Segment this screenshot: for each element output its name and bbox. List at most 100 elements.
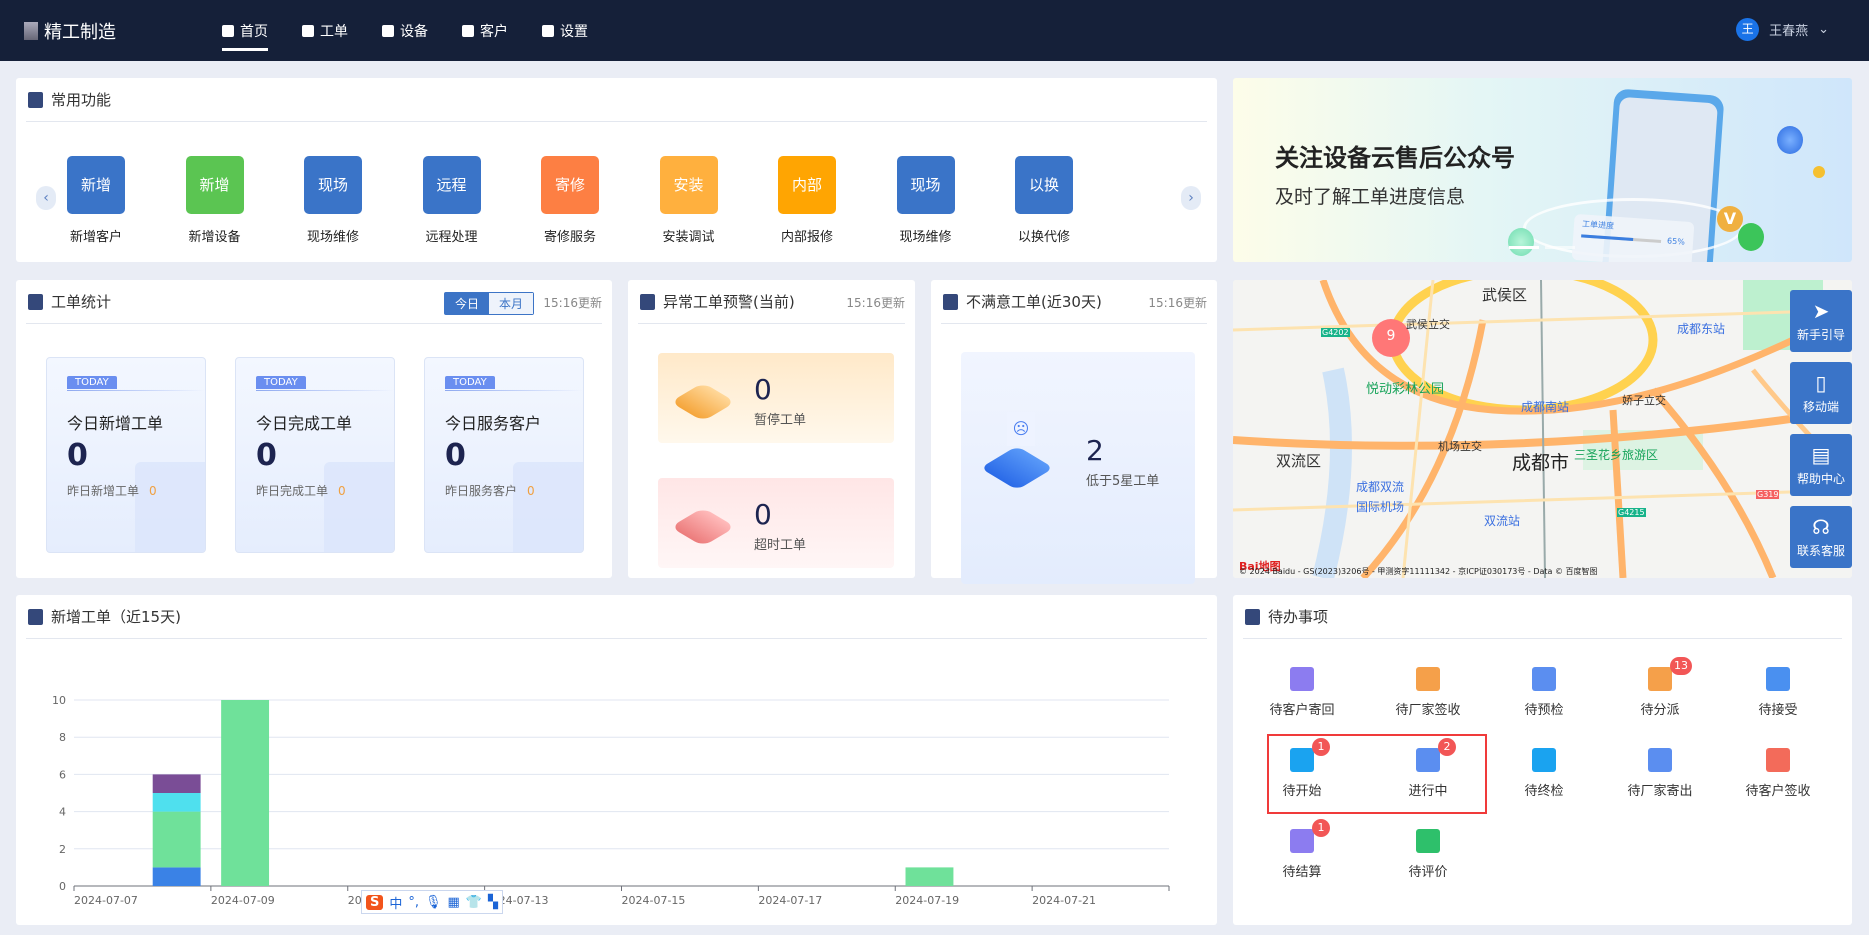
quick-function-item[interactable]: 以换 以换代修 <box>1014 156 1074 245</box>
map-label: 机场立交 <box>1438 440 1482 453</box>
nav-item-2[interactable]: 设备 <box>382 0 428 61</box>
quick-function-tile: 现场 <box>304 156 362 214</box>
today-badge: TODAY <box>445 376 495 389</box>
quick-function-tile: 以换 <box>1015 156 1073 214</box>
microphone-icon[interactable]: 🎙 <box>425 895 442 910</box>
nav-item-0[interactable]: 首页 <box>222 0 268 61</box>
quick-function-label: 远程处理 <box>425 230 478 245</box>
nav-label: 首页 <box>240 23 268 40</box>
quick-functions-panel: 常用功能 ‹ › 新增 新增客户 新增 新增设备 现场 现场维修 远程 远程处理 寄修 寄修服务安… <box>16 78 1217 262</box>
unsatisfied-panel: 不满意工单(近30天) 15:16更新 ☹ 2 低于5星工单 <box>931 280 1217 584</box>
clipboard-icon <box>28 293 43 310</box>
map-canvas[interactable] <box>1233 280 1852 578</box>
paused-count: 0 <box>754 373 772 406</box>
quick-function-tile: 新增 <box>67 156 125 214</box>
low-rating-label: 低于5星工单 <box>1086 474 1160 489</box>
wechat-banner[interactable]: 关注设备云售后公众号 及时了解工单进度信息 工单进度 65% V <box>1233 78 1852 262</box>
updated-time: 15:16更新 <box>543 296 602 310</box>
cluster-count[interactable]: 9 <box>1383 328 1399 344</box>
x-tick-label: 2024-07-15 <box>622 894 686 907</box>
keyboard-icon[interactable]: ▦ <box>448 895 460 910</box>
dispatch-icon <box>1648 667 1672 691</box>
toggle-month[interactable]: 本月 <box>488 293 533 314</box>
panel-title: 不满意工单(近30天) <box>966 293 1102 311</box>
quick-function-tile: 安装 <box>659 156 718 214</box>
quick-function-item[interactable]: 新增 新增设备 <box>185 156 245 245</box>
map-label: 悦动彩林公园 <box>1366 382 1445 397</box>
toolbox-icon[interactable]: ▚ <box>488 895 498 910</box>
toggle-today[interactable]: 今日 <box>444 293 489 314</box>
quick-function-label: 新增客户 <box>69 230 122 245</box>
ime-punctuation-icon[interactable]: °, <box>408 895 419 910</box>
x-tick-label: 2024-07-17 <box>758 894 822 907</box>
paused-orders-card[interactable]: 0 暂停工单 <box>658 353 894 443</box>
map-side-button[interactable]: ▤ 帮助中心 <box>1790 434 1852 496</box>
quick-function-label: 以换代修 <box>1017 230 1070 245</box>
count-badge: 1 <box>1312 819 1330 837</box>
prev-arrow-button[interactable]: ‹ <box>36 186 56 210</box>
nav-item-4[interactable]: 设置 <box>542 0 588 61</box>
map-side-button[interactable]: ▯ 移动端 <box>1790 362 1852 424</box>
nav-item-1[interactable]: 工单 <box>302 0 348 61</box>
final-check-icon <box>1532 748 1556 772</box>
progress-card: 工单进度 65% <box>1571 213 1695 262</box>
carousel-dot-active[interactable] <box>1509 246 1539 249</box>
quick-function-item[interactable]: 远程 远程处理 <box>422 156 482 245</box>
stat-title: 今日服务客户 <box>445 414 542 433</box>
stat-card[interactable]: TODAY 今日完成工单 0 昨日完成工单 0 <box>235 357 395 553</box>
ime-toolbar[interactable]: S 中 °, 🎙 ▦ 👕 ▚ <box>361 890 504 914</box>
device-icon <box>382 24 394 37</box>
stat-sub: 昨日新增工单 0 <box>67 482 157 499</box>
todo-item[interactable]: 待接受 <box>1718 667 1838 718</box>
review-icon <box>1416 829 1440 853</box>
skin-icon[interactable]: 👕 <box>466 895 482 910</box>
quick-function-item[interactable]: 现场 现场维修 <box>303 156 363 245</box>
nav-label: 设备 <box>400 23 428 40</box>
todo-item[interactable]: 待评价 <box>1368 829 1488 880</box>
quick-function-item[interactable]: 内部 内部报修 <box>777 156 837 245</box>
y-tick-label: 10 <box>52 694 66 707</box>
todo-item[interactable]: 待终检 <box>1484 748 1604 799</box>
stat-value: 0 <box>445 438 466 473</box>
quick-function-tile: 寄修 <box>541 156 599 214</box>
app-logo[interactable]: 精工制造 <box>24 18 116 44</box>
app-title: 精工制造 <box>44 22 116 43</box>
abnormal-warning-panel: 异常工单预警(当前) 15:16更新 0 暂停工单 0 超时工单 <box>628 280 915 578</box>
map-side-button-label: 联系客服 <box>1796 544 1845 558</box>
todo-item[interactable]: 待厂家签收 <box>1368 667 1488 718</box>
todo-item[interactable]: 待客户签收 <box>1718 748 1838 799</box>
stat-card[interactable]: TODAY 今日新增工单 0 昨日新增工单 0 <box>46 357 206 553</box>
nav-item-3[interactable]: 客户 <box>462 0 508 61</box>
map-side-button[interactable]: ➤ 新手引导 <box>1790 290 1852 352</box>
next-arrow-button[interactable]: › <box>1181 186 1201 210</box>
bar-segment <box>152 774 201 793</box>
quick-function-item[interactable]: 现场 现场维修 <box>896 156 956 245</box>
map-side-button[interactable]: ☊ 联系客服 <box>1790 506 1852 568</box>
ime-chinese-mode-icon[interactable]: 中 <box>389 893 402 912</box>
low-rating-card[interactable]: ☹ 2 低于5星工单 <box>961 352 1195 584</box>
map-panel[interactable]: 9 武侯区 武侯立交 悦动彩林公园 成都南站 成都东站 娇子立交 机场立交 双流区 成都市 三圣花… <box>1233 280 1852 578</box>
map-label: 娇子立交 <box>1622 394 1666 407</box>
quick-function-item[interactable]: 新增 新增客户 <box>66 156 126 245</box>
todo-item[interactable]: 待厂家寄出 <box>1600 748 1720 799</box>
quick-function-item[interactable]: 安装 安装调试 <box>659 156 719 245</box>
alert-doc-icon <box>640 293 655 310</box>
panel-title: 常用功能 <box>51 91 112 109</box>
todo-item[interactable]: 待分派 13 <box>1600 657 1720 718</box>
quick-function-item[interactable]: 寄修 寄修服务 <box>540 156 600 245</box>
bar-segment <box>221 700 270 886</box>
banner-headline: 关注设备云售后公众号 <box>1275 144 1515 172</box>
todo-label: 待分派 <box>1640 703 1680 718</box>
todo-item[interactable]: 待预检 <box>1484 667 1604 718</box>
overtime-orders-card[interactable]: 0 超时工单 <box>658 478 894 568</box>
nav-label: 客户 <box>480 23 508 40</box>
carousel-dot[interactable] <box>1545 246 1575 249</box>
low-rating-count: 2 <box>1086 434 1104 467</box>
map-label: 双流区 <box>1276 452 1322 470</box>
user-menu[interactable]: 王 王春燕 ⌄ <box>1736 18 1829 41</box>
todo-item[interactable]: 待结算 1 <box>1242 819 1362 880</box>
stat-card[interactable]: TODAY 今日服务客户 0 昨日服务客户 0 <box>424 357 584 553</box>
map-label: 武侯区 <box>1482 286 1528 304</box>
todo-item[interactable]: 待客户寄回 <box>1242 667 1362 718</box>
quick-function-label: 新增设备 <box>188 230 241 245</box>
